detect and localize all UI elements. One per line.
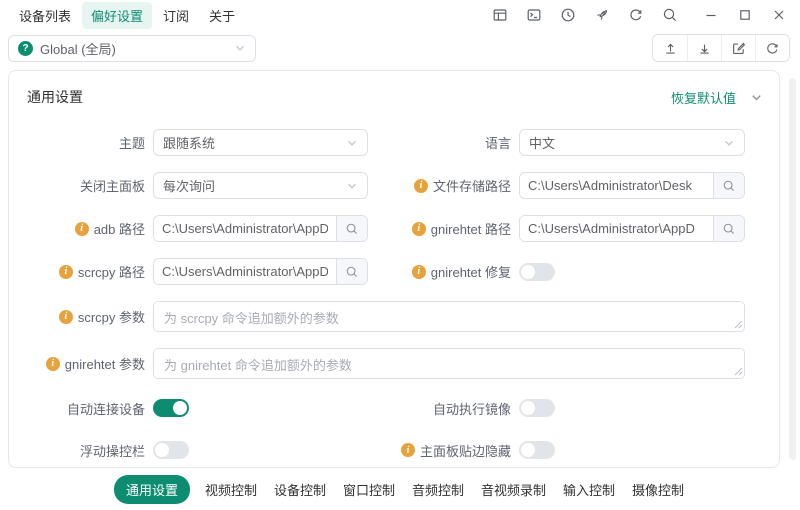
config-actions (652, 34, 790, 62)
info-icon: i (58, 264, 73, 279)
edge-hide-toggle[interactable] (519, 441, 555, 459)
chevron-down-icon (348, 183, 356, 189)
section-header: 通用设置 恢复默认值 (9, 71, 779, 107)
tab-av-record[interactable]: 音视频录制 (479, 475, 548, 504)
edit-button[interactable] (721, 35, 755, 61)
theme-label: 主题 (118, 136, 145, 151)
adb-path-input[interactable] (154, 216, 336, 241)
export-download-button[interactable] (687, 35, 721, 61)
close-panel-select[interactable]: 每次询问 (153, 172, 368, 199)
preferences-card: 通用设置 恢复默认值 主题 跟随系统 语言 中文 关闭主面板 每次询问 i 文件… (8, 70, 780, 468)
info-icon: i (411, 221, 426, 236)
chevron-down-icon (725, 140, 733, 146)
close-panel-label: 关闭主面板 (79, 179, 145, 194)
tab-audio-control[interactable]: 音频控制 (410, 475, 466, 504)
refresh-icon[interactable] (628, 7, 644, 23)
rocket-icon[interactable] (594, 7, 610, 23)
auto-mirror-label: 自动执行镜像 (432, 401, 511, 417)
info-icon: i (74, 221, 89, 236)
info-icon: i (413, 178, 428, 193)
reload-button[interactable] (755, 35, 789, 61)
scrcpy-args-label: i scrcpy 参数 (19, 301, 145, 332)
theme-select[interactable]: 跟随系统 (153, 129, 368, 156)
tab-input-control[interactable]: 输入控制 (561, 475, 617, 504)
tab-device-control[interactable]: 设备控制 (272, 475, 328, 504)
settings-form: 主题 跟随系统 语言 中文 关闭主面板 每次询问 i 文件存储路径 C:\Use… (9, 107, 779, 459)
layout-icon[interactable] (492, 7, 508, 23)
browse-file-path-button[interactable] (713, 173, 744, 198)
info-icon: i (411, 264, 426, 279)
restore-defaults-link[interactable]: 恢复默认值 (671, 88, 736, 107)
browse-gnirehtet-path-button[interactable] (713, 216, 744, 241)
gnirehtet-args-label: i gnirehtet 参数 (19, 348, 145, 379)
gnirehtet-args-textarea[interactable] (153, 348, 745, 379)
titlebar: 设备列表 偏好设置 订阅 关于 (0, 0, 800, 30)
gnirehtet-fix-label: i gnirehtet 修复 (368, 258, 511, 285)
adb-path-label: i adb 路径 (19, 215, 145, 242)
gnirehtet-path-input[interactable] (520, 216, 713, 241)
tab-camera-control[interactable]: 摄像控制 (630, 475, 686, 504)
section-title: 通用设置 (27, 89, 83, 105)
terminal-icon[interactable] (526, 7, 542, 23)
chevron-down-icon (348, 140, 356, 146)
titlebar-action-icons (492, 7, 678, 23)
gnirehtet-path-label: i gnirehtet 路径 (368, 215, 511, 242)
tab-window-control[interactable]: 窗口控制 (341, 475, 397, 504)
scope-select-value: Global (全局) (40, 41, 116, 57)
gnirehtet-fix-toggle[interactable] (519, 262, 555, 281)
file-path-label: i 文件存储路径 (368, 172, 511, 199)
auto-connect-toggle[interactable] (153, 399, 189, 417)
language-label: 语言 (484, 136, 511, 151)
clock-icon[interactable] (560, 7, 576, 23)
tab-general-settings[interactable]: 通用设置 (113, 474, 190, 504)
chevron-down-icon (236, 45, 244, 51)
tab-video-control[interactable]: 视频控制 (203, 475, 259, 504)
info-icon: i (400, 443, 415, 457)
question-icon: ? (18, 40, 33, 56)
resize-grip-icon[interactable] (734, 367, 743, 376)
resize-grip-icon[interactable] (734, 320, 743, 329)
file-path-input[interactable] (520, 173, 713, 198)
float-bar-toggle[interactable] (153, 441, 189, 459)
scope-select[interactable]: ? Global (全局) (8, 34, 256, 62)
scope-toolbar: ? Global (全局) (0, 30, 800, 66)
menu-item-preferences[interactable]: 偏好设置 (82, 1, 153, 29)
vertical-scrollbar[interactable] (789, 78, 796, 460)
scrcpy-args-textarea[interactable] (153, 301, 745, 332)
language-select[interactable]: 中文 (519, 129, 745, 156)
info-icon: i (45, 356, 60, 371)
window-controls (704, 8, 786, 22)
search-icon[interactable] (662, 7, 678, 23)
collapse-chevron-icon[interactable] (750, 91, 763, 104)
category-tabbar: 通用设置 视频控制 设备控制 窗口控制 音频控制 音视频录制 输入控制 摄像控制 (0, 468, 800, 510)
menu-item-subscribe[interactable]: 订阅 (154, 2, 198, 29)
edge-hide-label: i 主面板贴边隐藏 (368, 441, 511, 459)
info-icon: i (58, 309, 73, 324)
float-bar-label: 浮动操控栏 (79, 443, 145, 459)
scrcpy-path-input[interactable] (154, 259, 336, 284)
auto-mirror-toggle[interactable] (519, 399, 555, 417)
menu-item-device-list[interactable]: 设备列表 (10, 2, 80, 29)
close-button[interactable] (772, 8, 786, 22)
menu-item-about[interactable]: 关于 (200, 2, 244, 29)
minimize-button[interactable] (704, 8, 718, 22)
auto-connect-label: 自动连接设备 (66, 401, 145, 417)
maximize-button[interactable] (738, 8, 752, 22)
scrcpy-path-label: i scrcpy 路径 (19, 258, 145, 285)
browse-adb-path-button[interactable] (336, 216, 367, 241)
import-upload-button[interactable] (653, 35, 687, 61)
browse-scrcpy-path-button[interactable] (336, 259, 367, 284)
